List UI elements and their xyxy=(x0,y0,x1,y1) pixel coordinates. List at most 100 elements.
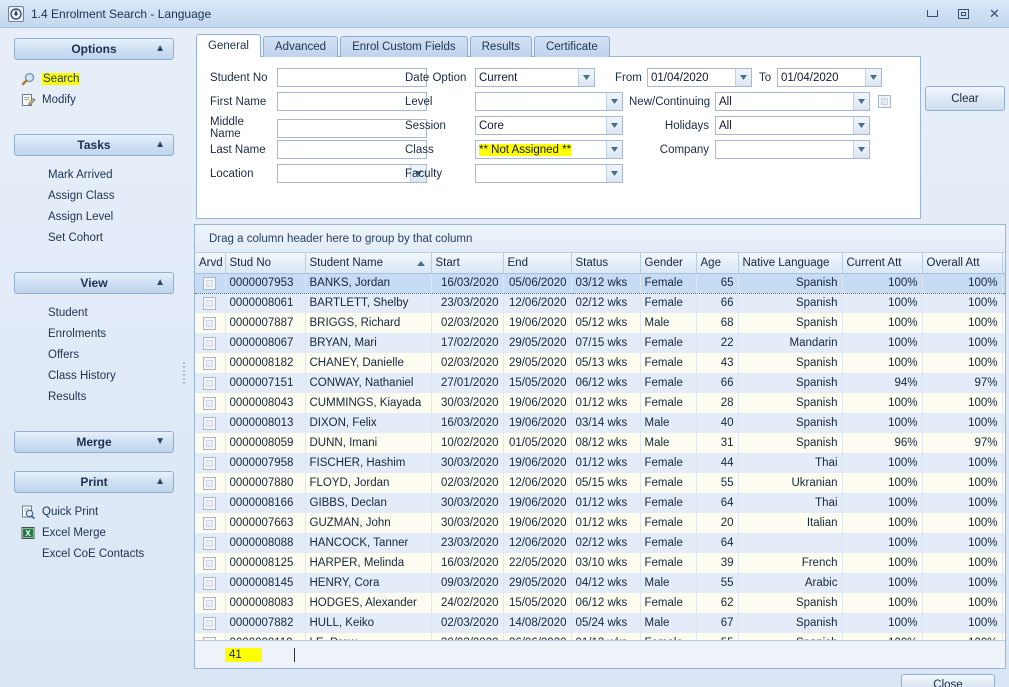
cell-holiday[interactable] xyxy=(1002,533,1005,553)
sidebar-item-offers[interactable]: Offers xyxy=(18,344,174,365)
table-row[interactable]: 0000008145HENRY, Cora09/03/202029/05/202… xyxy=(195,573,1005,593)
checkbox-icon[interactable] xyxy=(203,617,216,630)
column-header-age[interactable]: Age xyxy=(696,253,738,273)
tab-general[interactable]: General xyxy=(196,34,261,57)
chevron-down-icon[interactable] xyxy=(865,69,881,86)
column-header-gender[interactable]: Gender xyxy=(640,253,696,273)
cell-arvd[interactable] xyxy=(195,573,225,593)
table-row[interactable]: 0000007151CONWAY, Nathaniel27/01/202015/… xyxy=(195,373,1005,393)
table-row[interactable]: 0000008088HANCOCK, Tanner23/03/202012/06… xyxy=(195,533,1005,553)
cell-arvd[interactable] xyxy=(195,453,225,473)
column-header-current-att[interactable]: Current Att xyxy=(842,253,922,273)
cell-holiday[interactable] xyxy=(1002,413,1005,433)
table-row[interactable]: 0000008059DUNN, Imani10/02/202001/05/202… xyxy=(195,433,1005,453)
tab-enrol-custom-fields[interactable]: Enrol Custom Fields xyxy=(340,36,468,57)
from-date-combo[interactable]: 01/04/2020 xyxy=(647,68,752,87)
column-header-status[interactable]: Status xyxy=(571,253,640,273)
group-by-dropzone[interactable]: Drag a column header here to group by th… xyxy=(195,225,1005,253)
table-row[interactable]: 0000007958FISCHER, Hashim30/03/202019/06… xyxy=(195,453,1005,473)
sidebar-item-modify[interactable]: Modify xyxy=(18,89,174,110)
cell-holiday[interactable] xyxy=(1002,333,1005,353)
cell-arvd[interactable] xyxy=(195,393,225,413)
cell-arvd[interactable] xyxy=(195,493,225,513)
cell-holiday[interactable] xyxy=(1002,613,1005,633)
tab-results[interactable]: Results xyxy=(470,36,532,57)
new-continuing-combo[interactable]: All xyxy=(715,92,870,111)
cell-arvd[interactable] xyxy=(195,293,225,313)
cell-holiday[interactable] xyxy=(1002,393,1005,413)
chevron-down-icon[interactable] xyxy=(606,141,622,158)
checkbox-icon[interactable] xyxy=(203,497,216,510)
date-option-combo[interactable]: Current xyxy=(475,68,595,87)
cell-arvd[interactable] xyxy=(195,613,225,633)
sidebar-item-enrolments[interactable]: Enrolments xyxy=(18,323,174,344)
column-header-end[interactable]: End xyxy=(503,253,571,273)
cell-holiday[interactable] xyxy=(1002,513,1005,533)
column-header-start[interactable]: Start xyxy=(431,253,503,273)
cell-holiday[interactable] xyxy=(1002,313,1005,333)
cell-arvd[interactable] xyxy=(195,593,225,613)
table-row[interactable]: 0000007880FLOYD, Jordan02/03/202012/06/2… xyxy=(195,473,1005,493)
checkbox-icon[interactable] xyxy=(203,637,216,641)
sidebar-group-header-tasks[interactable]: Tasks ▲ xyxy=(14,134,174,156)
cell-arvd[interactable] xyxy=(195,433,225,453)
checkbox-icon[interactable] xyxy=(203,437,216,450)
chevron-down-icon[interactable] xyxy=(578,69,594,86)
checkbox-icon[interactable] xyxy=(203,277,216,290)
sidebar-item-student[interactable]: Student xyxy=(18,302,174,323)
cell-arvd[interactable] xyxy=(195,533,225,553)
chevron-down-icon[interactable] xyxy=(606,165,622,182)
table-row[interactable]: 0000008013DIXON, Felix16/03/202019/06/20… xyxy=(195,413,1005,433)
tab-advanced[interactable]: Advanced xyxy=(263,36,338,57)
table-row[interactable]: 0000007663GUZMAN, John30/03/202019/06/20… xyxy=(195,513,1005,533)
cell-holiday[interactable] xyxy=(1002,353,1005,373)
cell-arvd[interactable] xyxy=(195,553,225,573)
cell-holiday[interactable] xyxy=(1002,573,1005,593)
cell-arvd[interactable] xyxy=(195,273,225,293)
sidebar-item-mark-arrived[interactable]: Mark Arrived xyxy=(18,164,174,185)
cell-arvd[interactable] xyxy=(195,413,225,433)
cell-holiday[interactable] xyxy=(1002,473,1005,493)
sidebar-item-class-history[interactable]: Class History xyxy=(18,365,174,386)
chevron-down-icon[interactable] xyxy=(853,93,869,110)
column-header-holiday[interactable]: Holiday xyxy=(1002,253,1005,273)
sidebar-item-search[interactable]: Search xyxy=(18,68,174,89)
new-continuing-checkbox[interactable] xyxy=(878,95,891,108)
column-header-stud-no[interactable]: Stud No xyxy=(225,253,305,273)
cell-arvd[interactable] xyxy=(195,353,225,373)
cell-holiday[interactable] xyxy=(1002,453,1005,473)
tab-certificate[interactable]: Certificate xyxy=(534,36,610,57)
table-row[interactable]: 0000008061BARTLETT, Shelby23/03/202012/0… xyxy=(195,293,1005,313)
sidebar-item-assign-class[interactable]: Assign Class xyxy=(18,185,174,206)
cell-arvd[interactable] xyxy=(195,633,225,640)
checkbox-icon[interactable] xyxy=(203,557,216,570)
to-date-combo[interactable]: 01/04/2020 xyxy=(777,68,882,87)
cell-arvd[interactable] xyxy=(195,373,225,393)
sidebar-item-excel-merge[interactable]: X Excel Merge xyxy=(18,522,174,543)
cell-holiday[interactable] xyxy=(1002,633,1005,640)
column-header-arvd[interactable]: Arvd xyxy=(195,253,225,273)
faculty-combo[interactable] xyxy=(475,164,623,183)
cell-arvd[interactable] xyxy=(195,333,225,353)
sidebar-group-header-print[interactable]: Print ▲ xyxy=(14,471,174,493)
checkbox-icon[interactable] xyxy=(203,517,216,530)
sidebar-item-assign-level[interactable]: Assign Level xyxy=(18,206,174,227)
cell-holiday[interactable] xyxy=(1002,293,1005,313)
checkbox-icon[interactable] xyxy=(203,457,216,470)
column-header-student-name[interactable]: Student Name xyxy=(305,253,431,273)
sidebar-item-excel-coe-contacts[interactable]: Excel CoE Contacts xyxy=(18,543,174,564)
table-row[interactable]: 0000007882HULL, Keiko02/03/202014/08/202… xyxy=(195,613,1005,633)
checkbox-icon[interactable] xyxy=(203,297,216,310)
cell-holiday[interactable] xyxy=(1002,553,1005,573)
sidebar-item-quick-print[interactable]: Quick Print xyxy=(18,501,174,522)
cell-holiday[interactable] xyxy=(1002,433,1005,453)
cell-holiday[interactable] xyxy=(1002,373,1005,393)
sidebar-group-header-options[interactable]: Options ▲ xyxy=(14,38,174,60)
table-row[interactable]: 0000008067BRYAN, Mari17/02/202029/05/202… xyxy=(195,333,1005,353)
cell-holiday[interactable] xyxy=(1002,593,1005,613)
minimize-button[interactable] xyxy=(924,6,941,21)
cell-arvd[interactable] xyxy=(195,513,225,533)
close-window-icon[interactable]: ✕ xyxy=(986,6,1003,21)
company-combo[interactable] xyxy=(715,140,870,159)
cell-arvd[interactable] xyxy=(195,313,225,333)
